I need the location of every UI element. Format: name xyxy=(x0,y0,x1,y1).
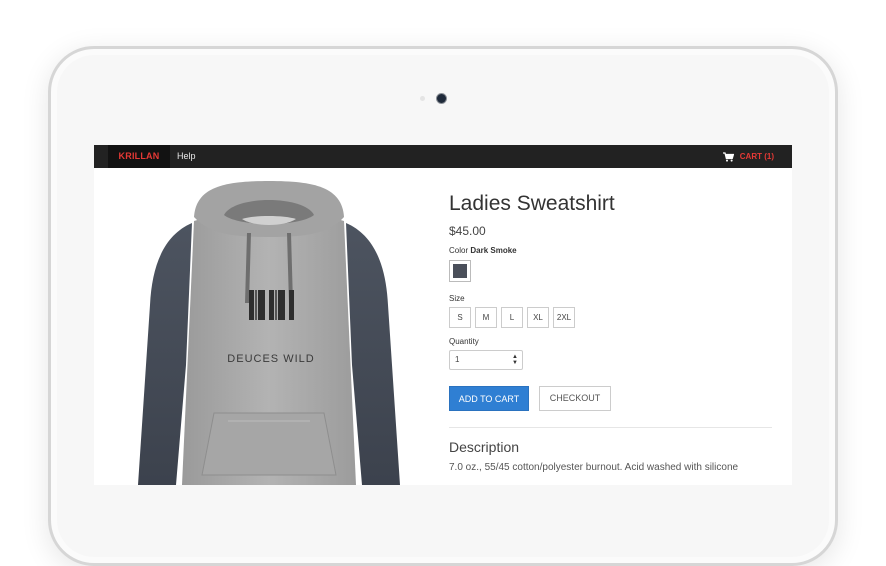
color-label-text: Color xyxy=(449,246,469,255)
nav-help-link[interactable]: Help xyxy=(177,145,196,168)
tablet-screen: KRILLAN Help CART (1) DEUCES WILD Ladies… xyxy=(94,145,792,485)
cart-label: CART (1) xyxy=(739,152,774,161)
size-option-2xl[interactable]: 2XL xyxy=(553,307,575,328)
quantity-value: 1 xyxy=(455,355,460,364)
select-updown-icon: ▲ ▼ xyxy=(512,354,518,366)
size-option-xl[interactable]: XL xyxy=(527,307,549,328)
size-option-m[interactable]: M xyxy=(475,307,497,328)
section-divider xyxy=(449,427,772,428)
checkout-button[interactable]: CHECKOUT xyxy=(539,386,611,411)
color-swatch-dark-smoke[interactable] xyxy=(449,260,471,282)
color-label: Color Dark Smoke xyxy=(449,246,517,255)
shopping-cart-icon xyxy=(722,151,734,162)
description-text: 7.0 oz., 55/45 cotton/polyester burnout.… xyxy=(449,462,739,473)
product-title: Ladies Sweatshirt xyxy=(449,192,615,215)
color-swatch-fill xyxy=(453,264,467,278)
product-image-hoodie: DEUCES WILD xyxy=(138,181,400,485)
size-option-s[interactable]: S xyxy=(449,307,471,328)
size-label: Size xyxy=(449,294,465,303)
tablet-sensor xyxy=(420,96,425,101)
quantity-label: Quantity xyxy=(449,337,479,346)
color-value: Dark Smoke xyxy=(470,246,517,255)
description-heading: Description xyxy=(449,439,520,455)
front-camera-icon xyxy=(436,93,447,104)
product-price: $45.00 xyxy=(449,224,486,238)
size-options: S M L XL 2XL xyxy=(449,307,575,328)
top-navbar: KRILLAN Help CART (1) xyxy=(94,145,792,168)
size-option-l[interactable]: L xyxy=(501,307,523,328)
hoodie-graphic-text: DEUCES WILD xyxy=(227,353,314,365)
add-to-cart-button[interactable]: ADD TO CART xyxy=(449,386,529,411)
quantity-select[interactable]: 1 ▲ ▼ xyxy=(449,350,523,370)
cart-link[interactable]: CART (1) xyxy=(722,145,774,168)
brand-logo-link[interactable]: KRILLAN xyxy=(108,145,170,168)
